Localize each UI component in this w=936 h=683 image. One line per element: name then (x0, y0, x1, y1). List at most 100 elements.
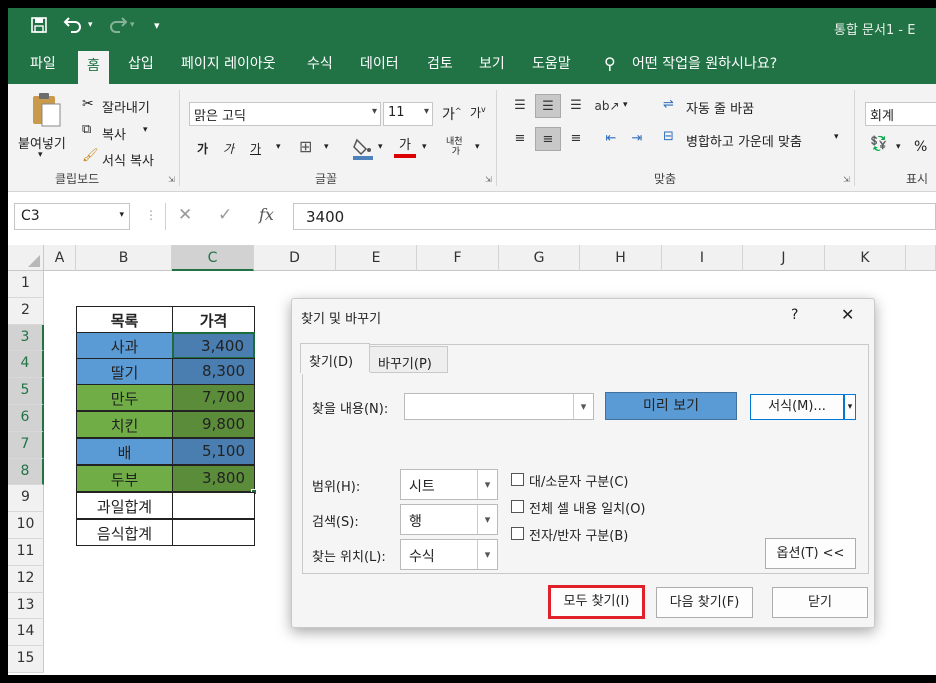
name-box[interactable]: C3 ▾ (14, 203, 130, 230)
save-icon[interactable] (30, 16, 48, 39)
row-header[interactable]: 15 (8, 646, 44, 673)
row-header[interactable]: 14 (8, 619, 44, 647)
row-header[interactable]: 2 (8, 297, 44, 325)
item-cell[interactable]: 치킨 (76, 411, 173, 438)
increase-font-icon[interactable]: 가^ (442, 104, 462, 124)
tell-me-search[interactable]: 어떤 작업을 원하시나요? (632, 46, 777, 84)
format-button[interactable]: 서식(M)... (750, 394, 844, 420)
copy-button[interactable]: 복사 (102, 124, 126, 143)
format-dropdown-icon[interactable]: ▾ (844, 394, 856, 420)
row-header[interactable]: 12 (8, 565, 44, 593)
within-select[interactable]: 시트 ▾ (400, 469, 498, 500)
tab-help[interactable]: 도움말 (532, 46, 571, 84)
orientation-icon[interactable]: ab↗ (594, 94, 620, 118)
font-size-combo[interactable]: 11 ▾ (383, 102, 433, 126)
bold-icon[interactable]: 가 (197, 140, 208, 157)
item-cell[interactable]: 음식합계 (76, 519, 173, 546)
tab-data[interactable]: 데이터 (360, 46, 399, 84)
font-launcher-icon[interactable]: ⇲ (485, 175, 492, 184)
match-byte-checkbox[interactable] (511, 527, 524, 540)
customize-quick-access-icon[interactable]: ▾ (154, 19, 160, 32)
currency-icon[interactable]: 💱 (870, 136, 887, 152)
row-header[interactable]: 6 (8, 405, 44, 432)
align-middle-icon[interactable]: ☰ (535, 94, 561, 118)
fill-color-dropdown-icon[interactable]: ▾ (378, 142, 383, 152)
tab-replace[interactable]: 바꾸기(P) (369, 346, 448, 373)
price-cell[interactable]: 5,100 (172, 438, 255, 465)
font-color-icon[interactable]: 가 (394, 134, 416, 160)
row-header[interactable]: 7 (8, 431, 44, 459)
close-button[interactable]: 닫기 (772, 587, 868, 618)
tab-file[interactable]: 파일 (30, 46, 56, 84)
insert-function-icon[interactable]: fx (259, 205, 274, 224)
item-cell[interactable]: 딸기 (76, 358, 173, 385)
column-header[interactable] (906, 245, 936, 271)
font-color-dropdown-icon[interactable]: ▾ (422, 142, 427, 152)
column-header[interactable]: D (254, 245, 336, 271)
column-header[interactable]: E (336, 245, 417, 271)
item-cell[interactable]: 배 (76, 438, 173, 465)
row-header[interactable]: 9 (8, 485, 44, 513)
row-header[interactable]: 8 (8, 458, 44, 486)
price-cell[interactable]: 7,700 (172, 384, 255, 411)
underline-dropdown-icon[interactable]: ▾ (276, 142, 281, 152)
look-in-select[interactable]: 수식 ▾ (400, 539, 498, 570)
column-header[interactable]: F (417, 245, 499, 271)
italic-icon[interactable]: 가 (223, 140, 234, 157)
align-top-icon[interactable]: ☰ (507, 94, 533, 118)
price-cell[interactable]: 8,300 (172, 358, 255, 385)
options-button[interactable]: 옵션(T) << (765, 538, 856, 569)
item-cell[interactable]: 과일합계 (76, 492, 173, 519)
format-painter-button[interactable]: 서식 복사 (102, 150, 154, 169)
table-header-price[interactable]: 가격 (172, 306, 255, 333)
column-header[interactable]: J (743, 245, 825, 271)
orientation-dropdown-icon[interactable]: ▾ (623, 100, 628, 110)
tab-review[interactable]: 검토 (427, 46, 453, 84)
undo-dropdown-icon[interactable]: ▾ (88, 20, 93, 30)
paste-dropdown-icon[interactable]: ▾ (38, 150, 43, 160)
tab-insert[interactable]: 삽입 (128, 46, 154, 84)
sum-fruit-value[interactable] (172, 492, 255, 519)
cut-button[interactable]: 잘라내기 (102, 97, 150, 116)
enter-icon[interactable]: ✓ (218, 205, 232, 225)
close-icon[interactable]: ✕ (841, 305, 854, 324)
column-header[interactable]: K (825, 245, 906, 271)
column-header[interactable]: A (44, 245, 76, 271)
row-header[interactable]: 1 (8, 271, 44, 298)
find-what-input[interactable]: ▾ (404, 393, 594, 420)
wrap-text-button[interactable]: 자동 줄 바꿈 (686, 98, 754, 117)
sum-food-value[interactable] (172, 519, 255, 546)
percent-icon[interactable]: % (914, 139, 927, 155)
row-header[interactable]: 11 (8, 539, 44, 566)
find-all-button[interactable]: 모두 찾기(I) (548, 585, 645, 619)
item-cell[interactable]: 두부 (76, 465, 173, 492)
redo-icon[interactable] (106, 14, 128, 39)
formula-input[interactable]: 3400 (293, 203, 936, 230)
item-cell[interactable]: 만두 (76, 384, 173, 411)
row-header[interactable]: 13 (8, 592, 44, 620)
search-select[interactable]: 행 ▾ (400, 504, 498, 535)
price-cell[interactable]: 3,800 (172, 465, 255, 492)
find-next-button[interactable]: 다음 찾기(F) (656, 587, 753, 618)
fill-color-icon[interactable] (352, 136, 374, 160)
price-cell-active[interactable]: 3,400 (172, 332, 255, 359)
item-cell[interactable]: 사과 (76, 332, 173, 359)
increase-indent-icon[interactable]: ⇥ (624, 127, 650, 151)
column-header[interactable]: I (662, 245, 743, 271)
merge-center-button[interactable]: 병합하고 가운데 맞춤 (686, 131, 802, 150)
column-header[interactable]: B (76, 245, 172, 271)
clipboard-launcher-icon[interactable]: ⇲ (168, 175, 175, 184)
redo-dropdown-icon[interactable]: ▾ (130, 20, 135, 30)
borders-dropdown-icon[interactable]: ▾ (324, 142, 329, 152)
align-center-icon[interactable]: ≡ (535, 127, 561, 151)
cancel-icon[interactable]: ✕ (178, 205, 192, 225)
column-header[interactable]: C (172, 245, 254, 271)
row-header[interactable]: 4 (8, 351, 44, 379)
column-header[interactable]: H (580, 245, 662, 271)
tab-home[interactable]: 홈 (78, 51, 109, 84)
column-header[interactable]: G (499, 245, 580, 271)
row-header[interactable]: 10 (8, 512, 44, 539)
table-header-item[interactable]: 목록 (76, 306, 173, 333)
decrease-indent-icon[interactable]: ⇤ (598, 127, 624, 151)
phonetic-icon[interactable]: 내천 가 (446, 137, 463, 157)
